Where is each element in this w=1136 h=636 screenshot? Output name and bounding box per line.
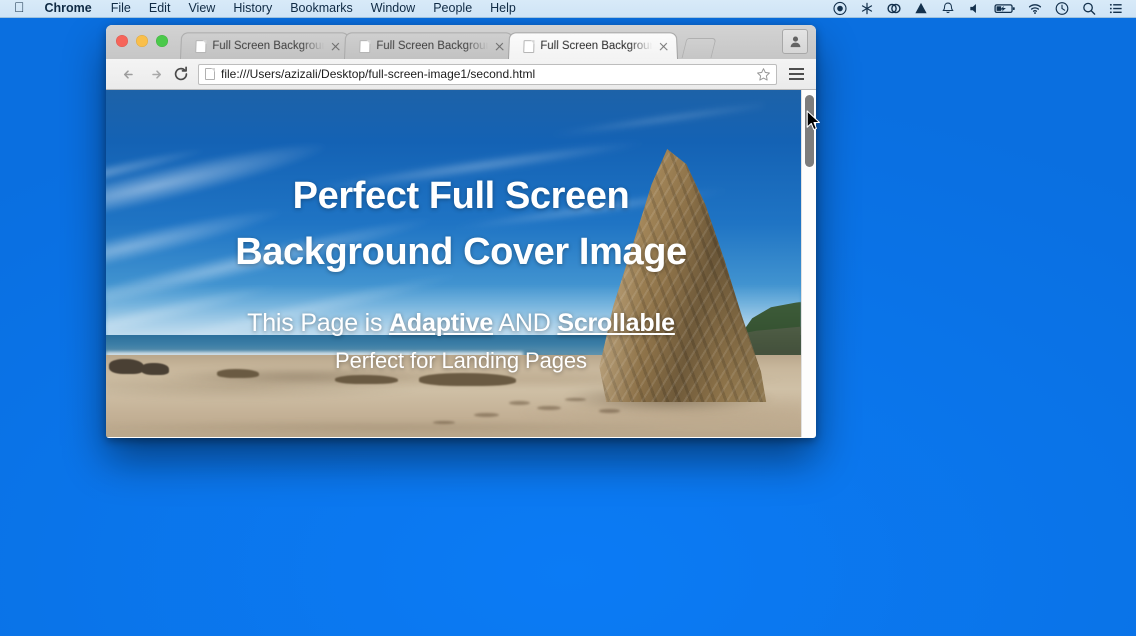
page-favicon-icon bbox=[195, 39, 207, 53]
tab-title: Full Screen Background C bbox=[540, 40, 655, 53]
page-document-icon bbox=[205, 68, 215, 80]
hamburger-bar bbox=[788, 78, 804, 80]
notification-center-icon[interactable] bbox=[1108, 1, 1124, 16]
creative-cloud-icon[interactable] bbox=[886, 1, 902, 16]
page-favicon-icon bbox=[523, 39, 535, 53]
tab-title: Full Screen Background C bbox=[212, 40, 327, 53]
menu-item-window[interactable]: Window bbox=[362, 0, 424, 17]
close-tab-icon[interactable] bbox=[328, 39, 342, 53]
bookmark-star-icon[interactable] bbox=[756, 67, 771, 82]
hamburger-bar bbox=[788, 73, 804, 75]
page-scrollbar[interactable] bbox=[801, 90, 816, 437]
subtitle-strong-adaptive: Adaptive bbox=[389, 309, 494, 338]
arrow-left-icon bbox=[123, 69, 133, 79]
google-drive-icon[interactable] bbox=[913, 1, 929, 16]
battery-charging-icon[interactable] bbox=[994, 1, 1016, 16]
tabs-container: Full Screen Background C Full Screen Bac… bbox=[180, 25, 717, 59]
bluetooth-sparkle-icon[interactable] bbox=[859, 1, 875, 16]
browser-tab-1[interactable]: Full Screen Background C bbox=[180, 32, 350, 59]
minimize-window-button[interactable] bbox=[136, 35, 148, 47]
apple-menu-icon[interactable]:  bbox=[10, 0, 35, 16]
hamburger-bar bbox=[788, 68, 804, 70]
spotlight-search-icon[interactable] bbox=[1081, 1, 1097, 16]
new-tab-button[interactable] bbox=[681, 38, 717, 58]
menu-bar-items:  Chrome File Edit View History Bookmark… bbox=[0, 0, 525, 17]
back-button[interactable] bbox=[116, 62, 142, 86]
chrome-menu-button[interactable] bbox=[784, 62, 808, 86]
address-bar[interactable]: file:///Users/azizali/Desktop/full-scree… bbox=[198, 63, 777, 85]
heading-line-2: Background Cover Image bbox=[235, 231, 687, 274]
browser-toolbar: file:///Users/azizali/Desktop/full-scree… bbox=[106, 59, 816, 90]
wifi-icon[interactable] bbox=[1027, 1, 1043, 16]
menu-item-help[interactable]: Help bbox=[481, 0, 525, 17]
menu-item-history[interactable]: History bbox=[224, 0, 281, 17]
chrome-browser-window: Full Screen Background C Full Screen Bac… bbox=[106, 25, 816, 438]
scrollbar-thumb[interactable] bbox=[805, 95, 814, 167]
subtitle-middle: AND bbox=[493, 309, 558, 338]
browser-tab-3-active[interactable]: Full Screen Background C bbox=[508, 32, 678, 59]
page-subtitle: This Page is Adaptive AND Scrollable bbox=[247, 309, 675, 338]
heading-line-1: Perfect Full Screen bbox=[292, 175, 630, 217]
close-tab-icon[interactable] bbox=[656, 39, 670, 53]
browser-tab-2[interactable]: Full Screen Background C bbox=[344, 32, 514, 59]
menu-bar-status-icons bbox=[832, 1, 1136, 16]
hero-content: Perfect Full Screen Background Cover Ima… bbox=[106, 90, 816, 437]
zoom-window-button[interactable] bbox=[156, 35, 168, 47]
reload-button[interactable] bbox=[168, 62, 194, 86]
window-traffic-lights bbox=[116, 35, 168, 47]
menu-item-people[interactable]: People bbox=[424, 0, 481, 17]
screen-recording-icon[interactable] bbox=[832, 1, 848, 16]
url-text[interactable]: file:///Users/azizali/Desktop/full-scree… bbox=[221, 65, 756, 84]
subtitle-strong-scrollable: Scrollable bbox=[557, 309, 675, 338]
page-favicon-icon bbox=[359, 39, 371, 53]
forward-button[interactable] bbox=[142, 62, 168, 86]
close-window-button[interactable] bbox=[116, 35, 128, 47]
menu-item-bookmarks[interactable]: Bookmarks bbox=[281, 0, 362, 17]
volume-icon[interactable] bbox=[967, 1, 983, 16]
tab-strip: Full Screen Background C Full Screen Bac… bbox=[106, 25, 816, 59]
arrow-right-icon bbox=[151, 69, 161, 79]
menu-item-view[interactable]: View bbox=[179, 0, 224, 17]
subtitle-prefix: This Page is bbox=[247, 309, 390, 338]
person-icon bbox=[790, 36, 800, 48]
menu-item-edit[interactable]: Edit bbox=[140, 0, 180, 17]
page-viewport: Perfect Full Screen Background Cover Ima… bbox=[106, 90, 816, 437]
mac-menu-bar:  Chrome File Edit View History Bookmark… bbox=[0, 0, 1136, 18]
tab-title: Full Screen Background C bbox=[376, 40, 491, 53]
close-tab-icon[interactable] bbox=[492, 39, 506, 53]
reload-icon bbox=[174, 66, 188, 81]
clock-icon[interactable] bbox=[1054, 1, 1070, 16]
notification-bell-icon[interactable] bbox=[940, 1, 956, 16]
page-heading: Perfect Full Screen Background Cover Ima… bbox=[235, 168, 687, 280]
menu-item-chrome[interactable]: Chrome bbox=[35, 0, 102, 17]
page-tagline: Perfect for Landing Pages bbox=[335, 348, 587, 374]
profile-avatar-button[interactable] bbox=[782, 29, 808, 54]
menu-item-file[interactable]: File bbox=[102, 0, 140, 17]
